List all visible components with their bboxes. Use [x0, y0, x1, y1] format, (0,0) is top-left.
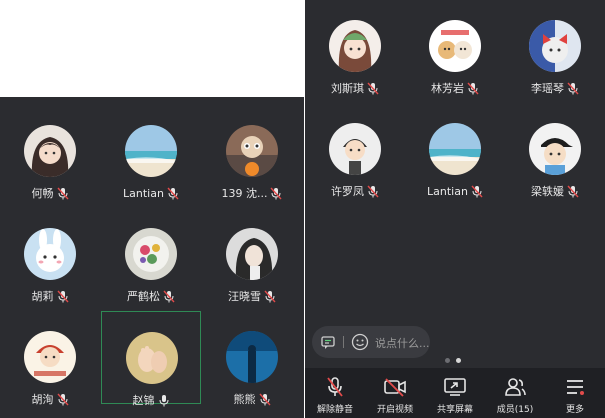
- participant-name: 胡莉: [31, 290, 54, 303]
- mic-muted-icon: [567, 185, 579, 198]
- page-dot-active[interactable]: [456, 358, 461, 363]
- participant-name: 林芳岩: [431, 82, 464, 95]
- divider: [343, 336, 344, 348]
- participant-tile[interactable]: 林芳岩: [405, 0, 505, 95]
- participant-tile[interactable]: 李瑶琴: [505, 0, 605, 95]
- share-screen-icon: [443, 376, 467, 398]
- cat-bow-avatar: [529, 20, 581, 72]
- mic-muted-icon: [471, 185, 483, 198]
- start-video-button[interactable]: 开启视频: [365, 368, 425, 418]
- participant-name: 熊熊: [233, 393, 256, 406]
- share-screen-button[interactable]: 共享屏幕: [425, 368, 485, 418]
- members-label: 成员(15): [496, 405, 534, 415]
- participant-tile[interactable]: 汪晓雪: [202, 208, 302, 303]
- members-icon: [503, 376, 527, 398]
- page-indicator: [445, 358, 461, 363]
- start-video-label: 开启视频: [376, 405, 413, 415]
- anime-girl-avatar: [24, 125, 76, 177]
- participant-name: 139 沈...: [221, 187, 268, 200]
- participant-tile[interactable]: Lantian: [101, 105, 201, 200]
- unmute-button[interactable]: 解除静音: [305, 368, 365, 418]
- participant-tile[interactable]: 熊熊: [202, 311, 302, 406]
- share-screen-label: 共享屏幕: [436, 405, 473, 415]
- video-off-icon: [383, 376, 407, 398]
- more-button[interactable]: 更多: [545, 368, 605, 418]
- participant-name: 许罗凤: [331, 185, 364, 198]
- participant-tile[interactable]: 139 沈...: [202, 105, 302, 200]
- anime-girl-green-avatar: [329, 20, 381, 72]
- beach-avatar: [125, 125, 177, 177]
- participant-name: 何畅: [31, 187, 54, 200]
- participant-tile[interactable]: 胡洵: [0, 311, 100, 406]
- members-button[interactable]: 成员(15): [485, 368, 545, 418]
- mic-muted-icon: [367, 185, 379, 198]
- page-dot[interactable]: [445, 358, 450, 363]
- cartoon-kid-avatar: [24, 331, 76, 383]
- bottom-toolbar: 解除静音 开启视频 共享屏幕 成员(15) 更多: [305, 368, 605, 418]
- participant-tile[interactable]: 严鹤松: [101, 208, 201, 303]
- mic-muted-icon: [467, 82, 479, 95]
- participant-tile[interactable]: 刘斯琪: [305, 0, 405, 95]
- cartoon-photo-avatar: [226, 125, 278, 177]
- participant-name: 李瑶琴: [531, 82, 564, 95]
- chat-icon[interactable]: [321, 335, 335, 349]
- participant-tile[interactable]: Lantian: [405, 103, 505, 198]
- participant-name: 赵锦: [132, 394, 155, 407]
- mic-muted-icon: [264, 290, 276, 303]
- participant-name: Lantian: [427, 184, 468, 198]
- flower-crystal-avatar: [125, 228, 177, 280]
- mic-muted-icon: [56, 393, 69, 406]
- mic-muted-icon: [567, 82, 579, 95]
- baby-feet-avatar: [126, 332, 178, 384]
- chat-placeholder: 说点什么...: [375, 337, 430, 350]
- mic-muted-icon: [167, 187, 179, 200]
- bunny-avatar: [24, 228, 76, 280]
- participant-tile[interactable]: 何畅: [0, 105, 100, 200]
- cartoon-boy-avatar: [329, 123, 381, 175]
- participant-name: 汪晓雪: [228, 290, 261, 303]
- participant-name: Lantian: [123, 186, 164, 200]
- unmute-label: 解除静音: [316, 405, 353, 415]
- participant-tile[interactable]: 胡莉: [0, 208, 100, 303]
- beach-avatar: [429, 123, 481, 175]
- participant-name: 刘斯琪: [331, 82, 364, 95]
- mic-muted-icon: [56, 187, 69, 200]
- mic-muted-icon: [367, 82, 379, 95]
- chat-input[interactable]: 说点什么...: [312, 326, 430, 358]
- emoji-icon[interactable]: [351, 333, 369, 351]
- cartoon-cap-avatar: [529, 123, 581, 175]
- mic-muted-icon: [270, 187, 283, 200]
- participant-name: 胡洵: [31, 393, 54, 406]
- shiba-dogs-avatar: [429, 20, 481, 72]
- mic-muted-icon: [258, 393, 271, 406]
- participant-tile[interactable]: 许罗凤: [305, 103, 405, 198]
- mic-muted-icon: [56, 290, 69, 303]
- participant-name: 严鹤松: [127, 290, 160, 303]
- mic-muted-icon: [323, 376, 347, 398]
- more-menu-icon: [563, 376, 587, 398]
- blue-silhouette-avatar: [226, 331, 278, 383]
- participant-tile[interactable]: 赵锦: [101, 311, 201, 407]
- girl-photo-avatar: [226, 228, 278, 280]
- participant-tile[interactable]: 梁轶媛: [505, 103, 605, 198]
- mic-muted-icon: [163, 290, 175, 303]
- mic-icon: [158, 394, 170, 407]
- more-label: 更多: [565, 405, 584, 415]
- participant-name: 梁轶媛: [531, 185, 564, 198]
